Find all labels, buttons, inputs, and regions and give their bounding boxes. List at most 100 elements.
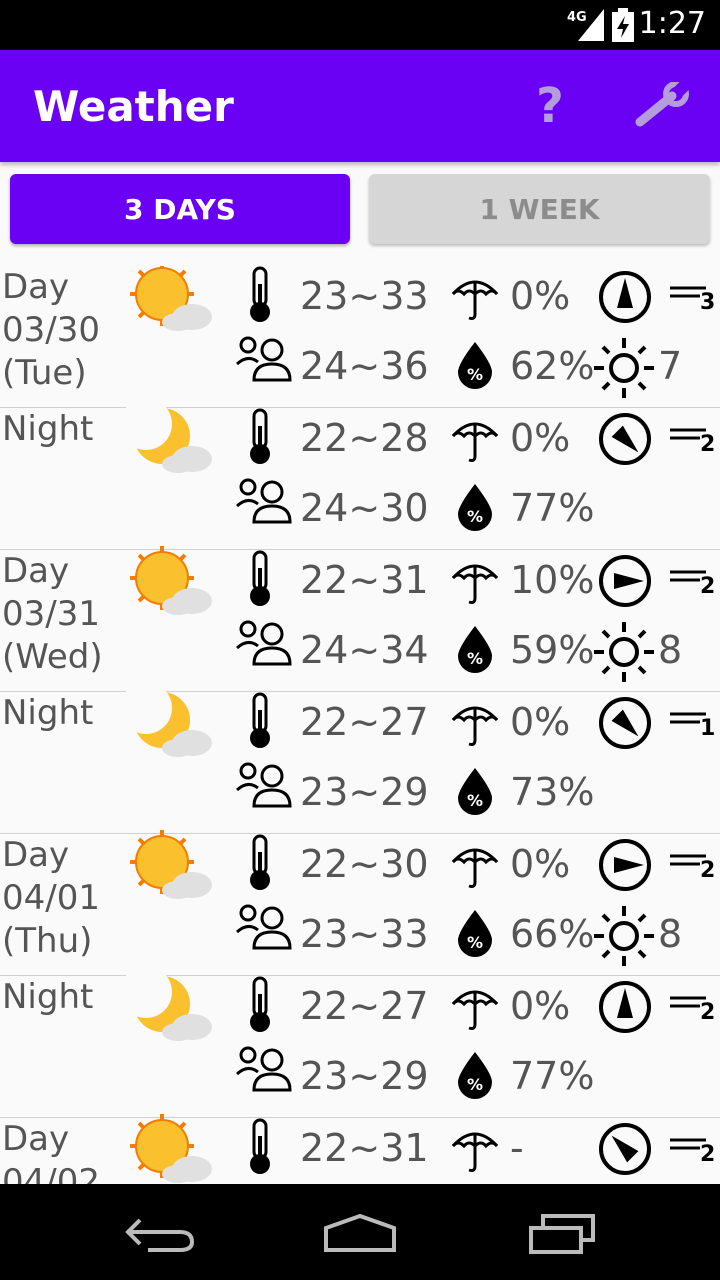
period-label: Day	[2, 1119, 70, 1159]
humidity-drop-icon: %	[458, 342, 492, 389]
rain-chance: 0%	[510, 416, 571, 460]
date-label: 03/31	[2, 594, 100, 634]
period-block: Day 03/31 (Wed)	[2, 550, 103, 679]
settings-wrench-icon[interactable]	[632, 82, 690, 130]
rain-chance: 0%	[510, 700, 571, 744]
humidity: 73%	[510, 770, 595, 814]
wind-level: 2	[700, 1142, 716, 1167]
forecast-row: Day 04/01 (Thu) 22~30 0% 2 23~33 % 66% 8	[0, 830, 720, 976]
clock: 1:27	[638, 6, 706, 41]
wind-direction-icon	[599, 413, 651, 465]
humidity: 77%	[510, 486, 595, 530]
uv-sun-icon	[594, 622, 654, 682]
thermometer-icon	[250, 266, 270, 322]
thermometer-icon	[250, 408, 270, 464]
umbrella-icon	[451, 280, 499, 320]
feels-like-range: 23~29	[300, 1054, 429, 1098]
uv-index: 8	[658, 912, 683, 956]
period-label: Night	[2, 977, 94, 1017]
umbrella-icon	[451, 848, 499, 888]
svg-text:%: %	[467, 649, 483, 668]
feels-like-people-icon	[236, 762, 292, 808]
sun-cloud-icon	[130, 830, 212, 899]
humidity-drop-icon: %	[458, 768, 492, 815]
humidity-drop-icon: %	[458, 910, 492, 957]
wind-direction-icon	[599, 697, 651, 749]
svg-text:%: %	[467, 933, 483, 952]
umbrella-icon	[451, 1132, 499, 1172]
wind-level: 2	[700, 432, 716, 457]
svg-text:%: %	[467, 365, 483, 384]
weekday-label: (Thu)	[2, 921, 93, 961]
signal-icon	[578, 9, 604, 41]
uv-sun-icon	[594, 338, 654, 398]
recent-apps-icon[interactable]	[527, 1214, 597, 1254]
wind-level: 2	[700, 574, 716, 599]
uv-index: 8	[658, 628, 683, 672]
wind-level: 3	[700, 290, 716, 315]
humidity: 66%	[510, 912, 595, 956]
back-icon[interactable]	[124, 1214, 196, 1254]
umbrella-icon	[451, 706, 499, 746]
humidity-drop-icon: %	[458, 626, 492, 673]
weekday-label: (Tue)	[2, 353, 87, 393]
wind-direction-icon	[599, 555, 651, 607]
feels-like-range: 24~34	[300, 628, 429, 672]
forecast-row: Night 22~27 0% 1 23~29 % 73%	[0, 686, 720, 834]
home-icon[interactable]	[322, 1212, 398, 1254]
range-tabs: 3 DAYS 1 WEEK	[0, 162, 720, 260]
feels-like-people-icon	[236, 478, 292, 524]
forecast-row: Day 03/31 (Wed) 22~31 10% 2 24~34 % 59% …	[0, 546, 720, 692]
wind-level: 2	[700, 858, 716, 883]
date-label: 03/30	[2, 310, 100, 350]
svg-text:%: %	[467, 1075, 483, 1094]
umbrella-icon	[451, 990, 499, 1030]
temperature-range: 22~30	[300, 842, 429, 886]
temperature-range: 22~28	[300, 416, 429, 460]
rain-chance: 0%	[510, 274, 571, 318]
tab-1-week[interactable]: 1 WEEK	[369, 174, 710, 244]
feels-like-people-icon	[236, 1046, 292, 1092]
app-bar: Weather ?	[0, 50, 720, 162]
temperature-range: 22~31	[300, 558, 429, 602]
moon-cloud-icon	[126, 970, 212, 1041]
period-label: Day	[2, 835, 70, 875]
temperature-range: 22~27	[300, 984, 429, 1028]
humidity-drop-icon: %	[458, 1052, 492, 1099]
help-button[interactable]: ?	[536, 78, 564, 134]
sun-cloud-icon	[130, 546, 212, 615]
forecast-row: Day 03/30 (Tue) 23~33 0% 3 24~36 % 62% 7	[0, 266, 720, 408]
period-block: Night	[2, 976, 93, 1019]
rain-chance: 0%	[510, 842, 571, 886]
date-label: 04/01	[2, 878, 100, 918]
tab-3-days[interactable]: 3 DAYS	[10, 174, 350, 244]
app-title: Weather	[33, 82, 234, 131]
thermometer-icon	[250, 550, 270, 606]
period-label: Day	[2, 267, 70, 307]
sun-cloud-icon	[130, 1114, 212, 1183]
forecast-list[interactable]: Day 03/30 (Tue) 23~33 0% 3 24~36 % 62% 7…	[0, 266, 720, 1184]
humidity-drop-icon: %	[458, 484, 492, 531]
umbrella-icon	[451, 564, 499, 604]
temperature-range: 23~33	[300, 274, 429, 318]
wind-direction-icon	[599, 271, 651, 323]
temperature-range: 22~31	[300, 1126, 429, 1170]
wind-direction-icon	[599, 981, 651, 1033]
feels-like-people-icon	[236, 904, 292, 950]
wind-level: 1	[700, 716, 716, 741]
rain-chance: 0%	[510, 984, 571, 1028]
forecast-row: Day 04/02 22~31 - 2	[0, 1114, 720, 1184]
period-label: Night	[2, 693, 94, 733]
period-block: Night	[2, 692, 93, 735]
period-block: Day 03/30 (Tue)	[2, 266, 100, 395]
humidity: 77%	[510, 1054, 595, 1098]
moon-cloud-icon	[126, 402, 212, 473]
feels-like-range: 24~30	[300, 486, 429, 530]
status-bar: 4G 1:27	[0, 0, 720, 50]
svg-text:%: %	[467, 507, 483, 526]
feels-like-people-icon	[236, 620, 292, 666]
uv-sun-icon	[594, 906, 654, 966]
forecast-row: Night 22~27 0% 2 23~29 % 77%	[0, 970, 720, 1118]
umbrella-icon	[451, 422, 499, 462]
feels-like-range: 23~33	[300, 912, 429, 956]
